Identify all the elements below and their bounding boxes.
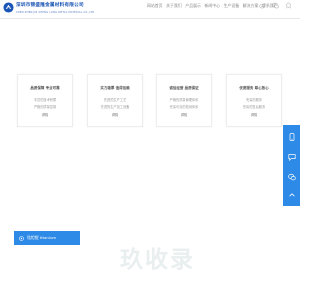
card-more-link[interactable]: 详情 (88, 112, 142, 117)
card-text: 严格的质量管理体系 (169, 98, 199, 102)
floating-contact-bar (283, 125, 300, 206)
card-title: 诚信经营 品质保证 (169, 86, 199, 90)
tag-icon (19, 235, 24, 241)
tag-label: 锆钽铌 titanium (27, 235, 57, 240)
nav-about[interactable]: 关于我们 (166, 3, 182, 9)
card-more-link[interactable]: 详情 (227, 112, 281, 117)
company-name-en: SHEN ZHEN JIN SHENG LONG METAL MATERIAL … (16, 10, 95, 14)
card-more-link[interactable]: 详情 (157, 112, 211, 117)
nav-home[interactable]: 网站首页 (147, 3, 163, 9)
wechat-icon[interactable] (272, 2, 279, 9)
card-text: 完善的售后服务 (242, 104, 266, 109)
card-text: 完善可靠的检测体系 (169, 104, 199, 109)
titanium-tag[interactable]: 锆钽铌 titanium (14, 231, 80, 245)
nav-solutions[interactable]: 解决方案 (243, 3, 259, 9)
chat-icon[interactable] (287, 153, 296, 161)
nav-products[interactable]: 产品展示 (185, 3, 201, 9)
card-more-link[interactable]: 详情 (18, 112, 72, 117)
weibo-icon[interactable] (259, 2, 266, 9)
wechat-icon[interactable] (287, 173, 296, 181)
card-text: 先进的生产工艺 (103, 98, 127, 102)
card-text: 丰富的技术积累 (33, 98, 57, 102)
feature-card-integrity: 诚信经营 品质保证 严格的质量管理体系 完善可靠的检测体系 详情 (156, 74, 212, 127)
card-title: 品质保障 专业可靠 (30, 86, 60, 90)
nav-equipment[interactable]: 生产设备 (224, 3, 240, 9)
card-title: 实力雄厚 值得信赖 (100, 86, 130, 90)
nav-news[interactable]: 新闻中心 (204, 3, 220, 9)
header-social-icons (259, 2, 292, 9)
qq-icon[interactable] (285, 2, 292, 9)
feature-card-quality: 品质保障 专业可靠 丰富的技术积累 严格的质量控制 详情 (17, 74, 73, 127)
watermark: 玖收录 (120, 247, 195, 273)
back-to-top-icon[interactable] (288, 191, 296, 199)
feature-card-strength: 实力雄厚 值得信赖 先进的生产工艺 先进的生产加工设备 详情 (87, 74, 143, 127)
card-title: 优质服务 尊心放心 (239, 86, 269, 90)
site-header: 深圳市锦盛隆金属材料有限公司 SHEN ZHEN JIN SHENG LONG … (0, 0, 300, 19)
card-text: 完善的服务 (246, 98, 262, 102)
feature-card-service: 优质服务 尊心放心 完善的服务 完善的售后服务 详情 (226, 74, 282, 127)
company-logo[interactable] (3, 2, 14, 13)
card-text: 严格的质量控制 (33, 104, 57, 109)
phone-icon[interactable] (288, 133, 296, 141)
company-name: 深圳市锦盛隆金属材料有限公司 (16, 3, 84, 8)
card-text: 先进的生产加工设备 (100, 104, 130, 109)
main-nav: 网站首页 关于我们 产品展示 新闻中心 生产设备 解决方案 联系我们 (147, 3, 278, 9)
